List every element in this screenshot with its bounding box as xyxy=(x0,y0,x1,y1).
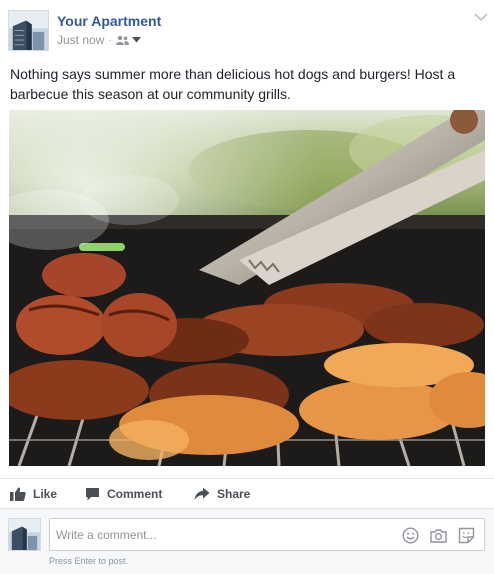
bbq-grill-image xyxy=(9,110,485,466)
audience-selector[interactable] xyxy=(115,35,141,45)
post-actions-bar: Like Comment Share xyxy=(0,478,494,508)
thumbs-up-icon xyxy=(10,487,26,501)
user-avatar xyxy=(8,518,41,551)
share-arrow-icon xyxy=(194,487,210,500)
friends-icon xyxy=(115,35,129,45)
post-meta: Just now · xyxy=(57,33,141,47)
share-button[interactable]: Share xyxy=(194,487,250,501)
page-name-link[interactable]: Your Apartment xyxy=(57,13,161,29)
like-label: Like xyxy=(33,487,58,501)
building-avatar-image xyxy=(9,11,48,50)
sticker-icon[interactable] xyxy=(458,527,475,544)
meta-separator: · xyxy=(108,34,112,46)
comment-bubble-icon xyxy=(86,488,99,501)
building-avatar-image xyxy=(9,519,40,550)
post-text: Nothing says summer more than delicious … xyxy=(10,66,456,102)
post-photo[interactable] xyxy=(9,110,485,466)
chevron-down-icon[interactable] xyxy=(474,12,488,22)
comment-label: Comment xyxy=(107,487,163,501)
comment-placeholder: Write a comment... xyxy=(56,528,157,542)
emoji-icon[interactable] xyxy=(402,527,419,544)
comment-button[interactable]: Comment xyxy=(85,487,162,501)
comment-input[interactable]: Write a comment... xyxy=(49,518,485,551)
press-enter-hint: Press Enter to post. xyxy=(49,556,129,566)
camera-icon[interactable] xyxy=(430,527,447,544)
post-card: Your Apartment Just now · Nothing says s… xyxy=(0,0,494,574)
page-avatar[interactable] xyxy=(8,10,49,51)
share-label: Share xyxy=(217,487,251,501)
like-button[interactable]: Like xyxy=(10,487,57,501)
timestamp-link[interactable]: Just now xyxy=(57,33,104,47)
comment-composer: Write a comment... Press Enter to post. xyxy=(0,508,494,574)
caret-down-icon xyxy=(131,37,141,43)
